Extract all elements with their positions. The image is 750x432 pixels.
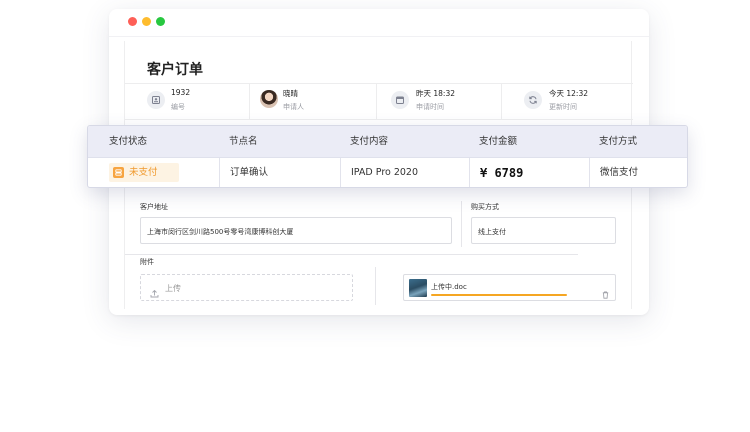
refresh-icon bbox=[524, 91, 542, 109]
file-name: 上传中.doc bbox=[431, 283, 467, 291]
upload-icon bbox=[150, 283, 159, 302]
apply-time: 昨天 18:32 bbox=[416, 89, 455, 98]
uploading-file[interactable]: 上传中.doc bbox=[403, 274, 616, 301]
meta-apply-time: 昨天 18:32 申请时间 bbox=[376, 84, 501, 119]
wallet-icon bbox=[113, 167, 124, 178]
applicant-name: 晓晴 bbox=[283, 89, 298, 98]
maximize-window-button[interactable] bbox=[156, 17, 165, 26]
header-method: 支付方式 bbox=[599, 136, 638, 147]
page-title: 客户订单 bbox=[147, 62, 203, 78]
attachment-divider bbox=[375, 267, 376, 305]
update-time: 今天 12:32 bbox=[549, 89, 588, 98]
avatar bbox=[260, 90, 278, 108]
address-field[interactable]: 上海市闵行区剑川路500号零号湾康博科创大厦 bbox=[140, 217, 452, 244]
id-icon bbox=[147, 91, 165, 109]
payment-method: 微信支付 bbox=[589, 158, 687, 187]
close-window-button[interactable] bbox=[128, 17, 137, 26]
apply-time-label: 申请时间 bbox=[416, 103, 444, 111]
trash-icon[interactable] bbox=[602, 284, 609, 303]
payment-table: 支付状态 节点名 支付内容 支付金额 支付方式 未支付 订单确认 IPAD Pr… bbox=[87, 125, 688, 188]
header-amount: 支付金额 bbox=[479, 136, 518, 147]
calendar-icon bbox=[391, 91, 409, 109]
address-label: 客户地址 bbox=[140, 203, 168, 211]
applicant-label: 申请人 bbox=[283, 103, 304, 111]
title-bar bbox=[109, 9, 649, 37]
order-number-label: 编号 bbox=[171, 103, 185, 111]
header-content: 支付内容 bbox=[350, 136, 389, 147]
upload-label: 上传 bbox=[165, 284, 181, 293]
node-name: 订单确认 bbox=[219, 158, 340, 187]
order-meta-row: 1932 编号 晓晴 申请人 昨天 18:32 申请时间 今天 12:32 更新… bbox=[125, 83, 633, 120]
meta-update-time: 今天 12:32 更新时间 bbox=[501, 84, 633, 119]
payment-content: IPAD Pro 2020 bbox=[340, 158, 469, 187]
status-badge: 未支付 bbox=[109, 163, 179, 182]
header-node: 节点名 bbox=[229, 136, 258, 147]
section-divider bbox=[125, 254, 578, 255]
purchase-method-label: 购买方式 bbox=[471, 203, 499, 211]
purchase-method-field[interactable]: 线上支付 bbox=[471, 217, 616, 244]
order-number: 1932 bbox=[171, 88, 191, 97]
meta-applicant: 晓晴 申请人 bbox=[249, 84, 376, 119]
meta-id: 1932 编号 bbox=[125, 84, 249, 119]
column-divider bbox=[461, 201, 462, 247]
minimize-window-button[interactable] bbox=[142, 17, 151, 26]
payment-amount: ¥ 6789 bbox=[469, 158, 589, 187]
payment-status: 未支付 bbox=[129, 167, 158, 178]
file-thumbnail bbox=[409, 279, 427, 297]
header-payment-status: 支付状态 bbox=[109, 136, 148, 147]
update-time-label: 更新时间 bbox=[549, 103, 577, 111]
payment-table-header: 支付状态 节点名 支付内容 支付金额 支付方式 bbox=[88, 126, 687, 158]
upload-button[interactable]: 上传 bbox=[140, 274, 353, 301]
attachment-label: 附件 bbox=[140, 258, 154, 266]
upload-progress-bar bbox=[431, 294, 567, 296]
